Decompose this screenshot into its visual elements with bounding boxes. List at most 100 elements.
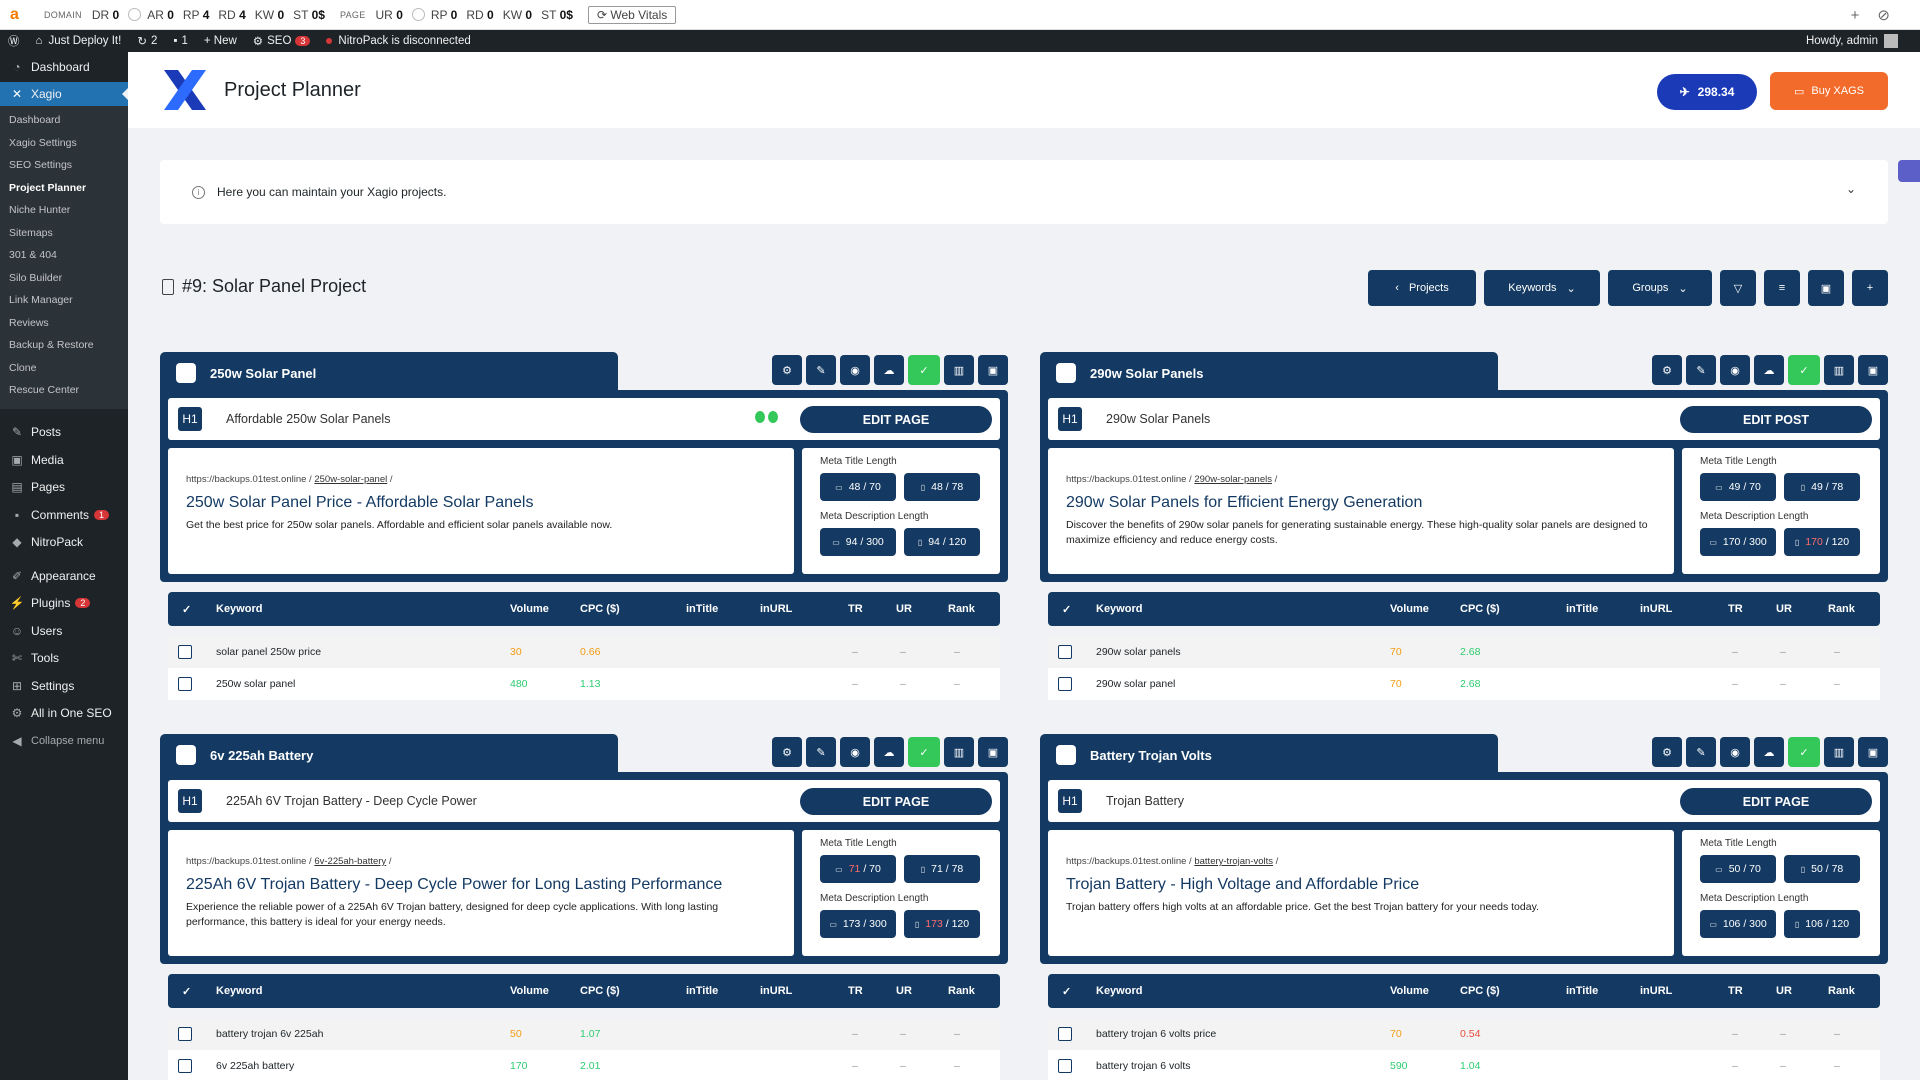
column-header-cpc[interactable]: CPC ($) (1460, 592, 1500, 626)
group-tab[interactable]: 290w Solar Panels (1040, 352, 1498, 394)
sidebar-item-xagio[interactable]: ✕ Xagio (0, 82, 128, 106)
group-checkbox[interactable] (1056, 745, 1076, 765)
groups-dropdown[interactable]: Groups ⌄ (1608, 270, 1712, 306)
nitropack-status[interactable]: NitroPack is disconnected (326, 35, 471, 47)
add-group-button[interactable]: + (1852, 270, 1888, 306)
submenu-seo-settings[interactable]: SEO Settings (0, 155, 128, 178)
column-header-volume[interactable]: Volume (1390, 592, 1429, 626)
column-header-cpc[interactable]: CPC ($) (580, 974, 620, 1008)
column-header-keyword[interactable]: Keyword (216, 592, 262, 626)
edit-page-button[interactable]: EDIT POST (1680, 406, 1872, 433)
group-action-cloud[interactable]: ☁ (874, 355, 904, 385)
keyword-cell[interactable]: battery trojan 6v 225ah (216, 1018, 323, 1050)
xags-balance-button[interactable]: ✈ 298.34 (1657, 74, 1757, 110)
group-name[interactable]: 290w Solar Panels (1090, 366, 1203, 381)
group-action-status-check[interactable]: ✓ (1788, 355, 1820, 385)
keyword-cell[interactable]: solar panel 250w price (216, 636, 321, 668)
sidebar-item-appearance[interactable]: ✐ Appearance (0, 562, 128, 590)
submenu-xagio-settings[interactable]: Xagio Settings (0, 133, 128, 156)
url-slug[interactable]: 250w-solar-panel (314, 474, 387, 485)
submenu-clone[interactable]: Clone (0, 358, 128, 381)
group-name[interactable]: 6v 225ah Battery (210, 748, 313, 763)
submenu-dashboard[interactable]: Dashboard (0, 110, 128, 133)
collapse-menu-button[interactable]: ◀ Collapse menu (0, 727, 128, 755)
group-action-status-check[interactable]: ✓ (908, 355, 940, 385)
sidebar-item-posts[interactable]: ✎ Posts (0, 419, 128, 447)
group-action-status-check[interactable]: ✓ (1788, 737, 1820, 767)
sidebar-item-comments[interactable]: ▪ Comments 1 (0, 501, 128, 529)
group-action-gear[interactable]: ⚙ (772, 355, 802, 385)
sidebar-item-dashboard[interactable]: ◔ Dashboard (0, 55, 128, 79)
select-all-check-icon[interactable]: ✓ (182, 592, 191, 626)
chat-widget-icon[interactable] (1898, 160, 1920, 182)
group-checkbox[interactable] (176, 363, 196, 383)
group-action-eye[interactable]: ◉ (840, 737, 870, 767)
column-header-cpc[interactable]: CPC ($) (1460, 974, 1500, 1008)
sidebar-item-tools[interactable]: ✄ Tools (0, 645, 128, 673)
group-action-trash[interactable]: ▥ (1824, 737, 1854, 767)
group-action-eye[interactable]: ◉ (1720, 737, 1750, 767)
seo-menu-link[interactable]: ⚙ SEO 3 (253, 34, 311, 48)
serp-description[interactable]: Trojan battery offers high volts at an a… (1066, 900, 1656, 915)
group-tab[interactable]: 6v 225ah Battery (160, 734, 618, 776)
select-all-check-icon[interactable]: ✓ (182, 974, 191, 1008)
edit-page-button[interactable]: EDIT PAGE (800, 406, 992, 433)
select-all-check-icon[interactable]: ✓ (1062, 592, 1071, 626)
serp-description[interactable]: Get the best price for 250w solar panels… (186, 518, 776, 533)
column-header-keyword[interactable]: Keyword (1096, 592, 1142, 626)
group-action-save[interactable]: ▣ (978, 737, 1008, 767)
row-checkbox[interactable] (178, 668, 192, 700)
submenu-backup-restore[interactable]: Backup & Restore (0, 335, 128, 358)
site-name-link[interactable]: ⌂ Just Deploy It! (36, 35, 122, 47)
column-header-keyword[interactable]: Keyword (1096, 974, 1142, 1008)
group-tab[interactable]: 250w Solar Panel (160, 352, 618, 394)
updates-link[interactable]: ↻ 2 (137, 34, 157, 48)
sidebar-item-aioseo[interactable]: ⚙ All in One SEO (0, 700, 128, 728)
sidebar-item-media[interactable]: ▣ Media (0, 446, 128, 474)
wordpress-logo-icon[interactable]: Ⓦ (8, 33, 20, 49)
row-checkbox[interactable] (1058, 668, 1072, 700)
sidebar-item-plugins[interactable]: ⚡ Plugins 2 (0, 590, 128, 618)
filter-button[interactable]: ▽ (1720, 270, 1756, 306)
group-action-cloud[interactable]: ☁ (874, 737, 904, 767)
new-content-link[interactable]: + New (204, 35, 237, 47)
info-panel[interactable]: i Here you can maintain your Xagio proje… (160, 160, 1888, 224)
group-action-trash[interactable]: ▥ (944, 737, 974, 767)
submenu-sitemaps[interactable]: Sitemaps (0, 223, 128, 246)
row-checkbox[interactable] (178, 1018, 192, 1050)
group-action-save[interactable]: ▣ (1858, 355, 1888, 385)
group-action-cloud[interactable]: ☁ (1754, 737, 1784, 767)
group-name[interactable]: 250w Solar Panel (210, 366, 316, 381)
column-header-volume[interactable]: Volume (510, 974, 549, 1008)
chevron-down-icon[interactable]: ⌄ (1846, 182, 1856, 196)
submenu-reviews[interactable]: Reviews (0, 313, 128, 336)
keywords-dropdown[interactable]: Keywords ⌄ (1484, 270, 1600, 306)
h1-text[interactable]: 290w Solar Panels (1106, 412, 1210, 426)
row-checkbox[interactable] (1058, 636, 1072, 668)
submenu-niche-hunter[interactable]: Niche Hunter (0, 200, 128, 223)
keyword-cell[interactable]: battery trojan 6 volts (1096, 1050, 1191, 1080)
group-action-gear[interactable]: ⚙ (772, 737, 802, 767)
serp-description[interactable]: Discover the benefits of 290w solar pane… (1066, 518, 1656, 548)
column-header-volume[interactable]: Volume (510, 592, 549, 626)
group-checkbox[interactable] (176, 745, 196, 765)
submenu-silo-builder[interactable]: Silo Builder (0, 268, 128, 291)
extension-actions[interactable]: +⊘ (1851, 6, 1908, 24)
serp-title[interactable]: 225Ah 6V Trojan Battery - Deep Cycle Pow… (186, 876, 776, 894)
keyword-cell[interactable]: battery trojan 6 volts price (1096, 1018, 1216, 1050)
serp-title[interactable]: 290w Solar Panels for Efficient Energy G… (1066, 494, 1656, 512)
web-vitals-button[interactable]: ⟳ Web Vitals (587, 5, 677, 24)
group-action-notes[interactable]: ✎ (806, 355, 836, 385)
group-action-eye[interactable]: ◉ (1720, 355, 1750, 385)
keyword-cell[interactable]: 290w solar panel (1096, 668, 1175, 700)
row-checkbox[interactable] (1058, 1050, 1072, 1080)
submenu-rescue-center[interactable]: Rescue Center (0, 380, 128, 403)
h1-text[interactable]: 225Ah 6V Trojan Battery - Deep Cycle Pow… (226, 794, 477, 808)
sidebar-item-pages[interactable]: ▤ Pages (0, 474, 128, 502)
serp-title[interactable]: 250w Solar Panel Price - Affordable Sola… (186, 494, 776, 512)
edit-page-button[interactable]: EDIT PAGE (1680, 788, 1872, 815)
group-action-trash[interactable]: ▥ (1824, 355, 1854, 385)
serp-title[interactable]: Trojan Battery - High Voltage and Afford… (1066, 876, 1656, 894)
group-action-notes[interactable]: ✎ (806, 737, 836, 767)
column-header-keyword[interactable]: Keyword (216, 974, 262, 1008)
